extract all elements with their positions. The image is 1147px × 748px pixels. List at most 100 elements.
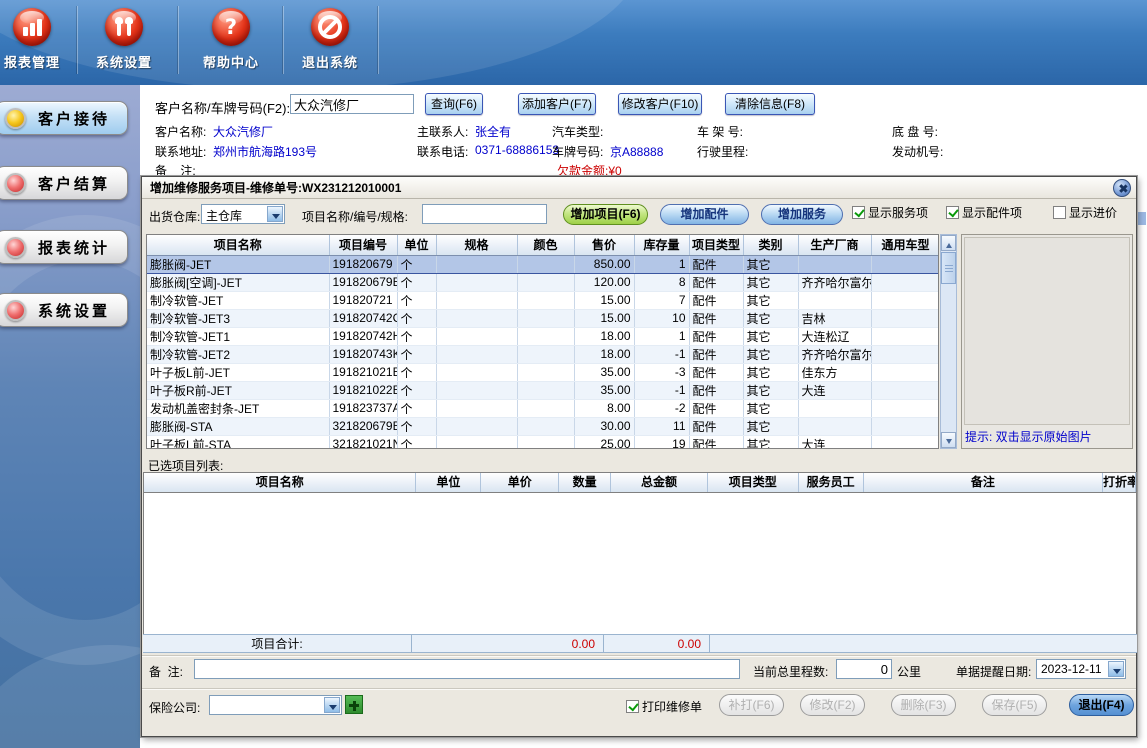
- image-preview-panel[interactable]: 提示: 双击显示原始图片: [961, 234, 1133, 449]
- item-search-input[interactable]: [422, 204, 547, 224]
- table-row[interactable]: 膨胀阀[空调]-JET191820679E个120.008配件其它齐齐哈尔富尔: [147, 273, 939, 291]
- search-action-button-3[interactable]: 修改客户(F10): [618, 93, 702, 115]
- warehouse-label: 出货仓库:: [149, 208, 200, 225]
- selected-column-header[interactable]: 服务员工: [799, 473, 864, 492]
- close-icon[interactable]: [1113, 179, 1131, 197]
- cell: 30.00: [574, 417, 634, 435]
- cell: 8: [634, 273, 689, 291]
- mileage-input[interactable]: [836, 659, 892, 679]
- warehouse-select[interactable]: 主仓库: [201, 204, 285, 224]
- add-service-button[interactable]: 增加服务: [761, 204, 843, 225]
- sidebar-item-label: 客户接待: [38, 108, 110, 129]
- column-header[interactable]: 生产厂商: [798, 235, 871, 255]
- selected-column-header[interactable]: 总金额: [611, 473, 708, 492]
- remind-date-label: 单据提醒日期:: [956, 663, 1031, 680]
- scroll-up-icon[interactable]: [941, 235, 956, 251]
- selected-column-header[interactable]: 项目类型: [708, 473, 799, 492]
- add-part-button[interactable]: 增加配件: [660, 204, 749, 225]
- chevron-down-icon[interactable]: [267, 206, 283, 222]
- chevron-down-icon[interactable]: [1108, 661, 1124, 677]
- sidebar-item-2[interactable]: 客户结算: [0, 166, 128, 200]
- search-action-button-2[interactable]: 添加客户(F7): [518, 93, 596, 115]
- checkbox-icon[interactable]: [1053, 206, 1066, 219]
- items-scrollbar[interactable]: [940, 234, 957, 449]
- toolbar-separator: [283, 6, 284, 74]
- selected-column-header[interactable]: 数量: [559, 473, 611, 492]
- table-row[interactable]: 膨胀阀-STA321820679B个30.0011配件其它: [147, 417, 939, 435]
- table-row[interactable]: 叶子板L前-JET191821021E个35.00-3配件其它佳东方: [147, 363, 939, 381]
- checkbox-icon[interactable]: [946, 206, 959, 219]
- column-header[interactable]: 类别: [743, 235, 798, 255]
- table-row[interactable]: 叶子板R前-JET191821022E个35.00-1配件其它大连: [147, 381, 939, 399]
- table-row[interactable]: 制冷软管-JET191820721个15.007配件其它: [147, 291, 939, 309]
- column-header[interactable]: 项目类型: [689, 235, 743, 255]
- column-header[interactable]: 售价: [574, 235, 634, 255]
- cell: 191820743K: [329, 345, 397, 363]
- selected-column-header[interactable]: 单位: [416, 473, 481, 492]
- selected-column-header[interactable]: 单价: [481, 473, 559, 492]
- column-header[interactable]: 项目名称: [147, 235, 329, 255]
- info-value: 大众汽修厂: [213, 123, 273, 140]
- toolbar-separator: [378, 6, 379, 74]
- filter-checkbox-3[interactable]: 显示进价: [1053, 204, 1117, 221]
- column-header[interactable]: 颜色: [517, 235, 574, 255]
- toolbar-item-2[interactable]: 系统设置: [78, 8, 170, 71]
- search-action-button-1[interactable]: 查询(F6): [425, 93, 483, 115]
- cell: 1: [634, 327, 689, 345]
- scrollbar-thumb[interactable]: [941, 252, 956, 284]
- column-header[interactable]: 项目编号: [329, 235, 397, 255]
- cell: 配件: [689, 309, 743, 327]
- cell: 25.00: [574, 435, 634, 449]
- cell: [517, 435, 574, 449]
- selected-column-header[interactable]: 项目名称: [144, 473, 416, 492]
- selected-column-header[interactable]: 打折率: [1103, 473, 1136, 492]
- table-row[interactable]: 制冷软管-JET3191820742C个15.0010配件其它吉林: [147, 309, 939, 327]
- sidebar-item-4[interactable]: 系统设置: [0, 293, 128, 327]
- info-value: 郑州市航海路193号: [213, 143, 317, 160]
- sidebar-item-3[interactable]: 报表统计: [0, 230, 128, 264]
- exit-button[interactable]: 退出(F4): [1069, 694, 1134, 716]
- cell: 其它: [743, 273, 798, 291]
- add-insurance-button[interactable]: [345, 695, 363, 714]
- column-header[interactable]: 通用车型: [871, 235, 939, 255]
- cell: [798, 417, 871, 435]
- checkbox-icon[interactable]: [626, 700, 639, 713]
- table-row[interactable]: 叶子板L前-STA321821021N个25.0019配件其它大连: [147, 435, 939, 449]
- toolbar-item-3[interactable]: ?帮助中心: [185, 8, 277, 71]
- table-row[interactable]: 制冷软管-JET2191820743K个18.00-1配件其它齐齐哈尔富尔: [147, 345, 939, 363]
- customer-search-input[interactable]: [290, 94, 414, 114]
- table-row[interactable]: 发动机盖密封条-JET191823737A个8.00-2配件其它: [147, 399, 939, 417]
- cell: 个: [397, 417, 436, 435]
- cell: 个: [397, 399, 436, 417]
- add-item-button[interactable]: 增加项目(F6): [563, 204, 648, 225]
- dialog-remark-input[interactable]: [194, 659, 740, 679]
- print-order-checkbox[interactable]: 打印维修单: [626, 698, 702, 715]
- cell: 个: [397, 345, 436, 363]
- chevron-down-icon[interactable]: [324, 697, 340, 713]
- column-header[interactable]: 规格: [436, 235, 517, 255]
- column-header[interactable]: 库存量: [634, 235, 689, 255]
- sidebar-item-1[interactable]: 客户接待: [0, 101, 128, 135]
- scroll-down-icon[interactable]: [941, 432, 956, 448]
- mileage-unit: 公里: [897, 663, 921, 680]
- cell: [517, 273, 574, 291]
- filter-checkbox-1[interactable]: 显示服务项: [852, 204, 928, 221]
- checkbox-icon[interactable]: [852, 206, 865, 219]
- cell: 个: [397, 273, 436, 291]
- insurance-select[interactable]: [209, 695, 342, 715]
- table-row[interactable]: 制冷软管-JET1191820742H个18.001配件其它大连松辽: [147, 327, 939, 345]
- print-order-label: 打印维修单: [642, 698, 702, 715]
- insurance-label: 保险公司:: [149, 699, 200, 716]
- column-header[interactable]: 单位: [397, 235, 436, 255]
- preview-image-area[interactable]: [964, 237, 1130, 425]
- info-label: 行驶里程:: [697, 143, 748, 160]
- toolbar-item-1[interactable]: 报表管理: [0, 8, 78, 71]
- selected-column-header[interactable]: 备注: [864, 473, 1104, 492]
- table-row[interactable]: 膨胀阀-JET191820679个850.001配件其它: [147, 255, 939, 273]
- cell: 191823737A: [329, 399, 397, 417]
- search-action-button-4[interactable]: 清除信息(F8): [725, 93, 815, 115]
- cell: [436, 309, 517, 327]
- remind-date-select[interactable]: 2023-12-11: [1036, 659, 1126, 679]
- filter-checkbox-2[interactable]: 显示配件项: [946, 204, 1022, 221]
- toolbar-item-4[interactable]: 退出系统: [284, 8, 376, 71]
